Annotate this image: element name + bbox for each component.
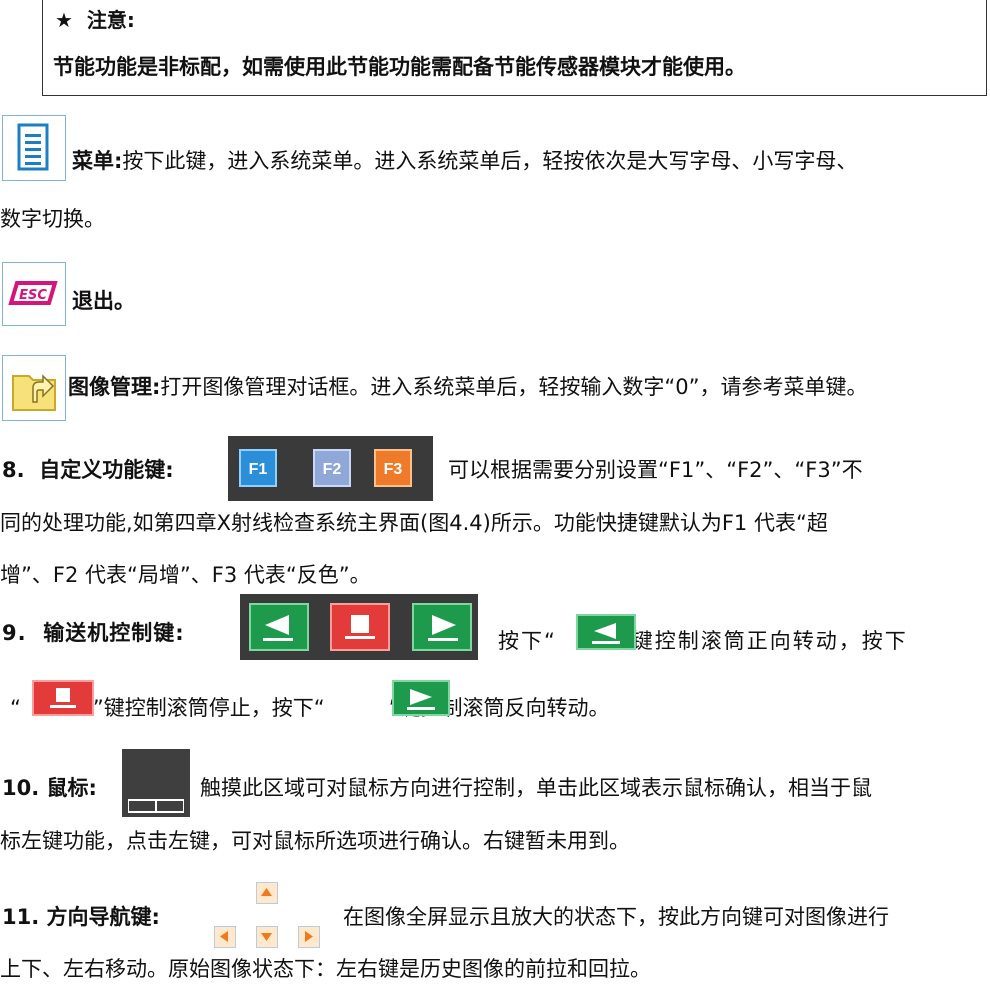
inline-forward-key	[576, 614, 636, 650]
arrow-left-nav-icon	[214, 926, 236, 948]
conveyor-line2: “”键控制滚筒停止，按下“ ”键控制滚筒反向转动。	[10, 696, 610, 720]
arrows-heading: 11. 方向导航键:	[2, 905, 160, 929]
arrow-right-icon	[407, 689, 435, 710]
custom-keys-line1: 可以根据需要分别设置“F1”、“F2”、“F3”不	[448, 458, 863, 482]
image-management-desc: 图像管理:打开图像管理对话框。进入系统菜单后，轻按输入数字“0”，请参考菜单键。	[68, 375, 868, 399]
right-button-icon	[157, 801, 183, 811]
custom-keys-line2: 同的处理功能,如第四章X射线检查系统主界面(图4.4)所示。功能快捷键默认为F1…	[0, 511, 828, 535]
notice-text: 节能功能是非标配，如需使用此节能功能需配备节能传感器模块才能使用。	[53, 55, 746, 79]
inline-stop-key	[32, 680, 94, 716]
left-button-icon	[129, 801, 155, 811]
arrows-line2: 上下、左右移动。原始图像状态下：左右键是历史图像的前拉和回拉。	[0, 957, 651, 981]
conveyor-keys-heading: 9. 输送机控制键:	[2, 621, 185, 645]
menu-desc-line1: 菜单:按下此键，进入系统菜单。进入系统菜单后，轻按依次是大写字母、小写字母、	[72, 149, 858, 173]
menu-desc-line2: 数字切换。	[0, 207, 105, 231]
esc-key-icon: ESC	[2, 262, 66, 326]
notice-title: ★ 注意:	[55, 8, 135, 32]
arrow-left-icon	[263, 615, 293, 641]
custom-keys-line3: 增”、F2 代表“局增”、F3 代表“反色”。	[0, 563, 371, 587]
f2-key: F2	[313, 449, 351, 487]
stop-icon	[345, 615, 375, 639]
stop-icon	[50, 688, 76, 708]
forward-key	[249, 603, 309, 651]
notice-box: ★ 注意: 节能功能是非标配，如需使用此节能功能需配备节能传感器模块才能使用。	[42, 0, 987, 96]
image-management-icon	[2, 355, 66, 421]
arrow-right-icon	[428, 615, 458, 641]
function-keys-panel: F1 F2 F3	[228, 436, 433, 501]
conveyor-line1: 按下“ ”键控制滚筒正向转动，按下	[498, 629, 908, 653]
mouse-heading: 10. 鼠标:	[2, 776, 97, 800]
mouse-line1: 触摸此区域可对鼠标方向进行控制，单击此区域表示鼠标确认，相当于鼠	[200, 776, 872, 800]
esc-desc: 退出。	[72, 289, 135, 313]
arrows-line1: 在图像全屏显示且放大的状态下，按此方向键可对图像进行	[343, 905, 889, 929]
touchpad-icon	[122, 749, 190, 817]
arrow-up-icon	[256, 882, 278, 904]
arrow-left-icon	[592, 623, 620, 644]
mouse-line2: 标左键功能，点击左键，可对鼠标所选项进行确认。右键暂未用到。	[0, 829, 630, 853]
f3-key: F3	[374, 449, 412, 487]
svg-text:ESC: ESC	[19, 288, 47, 303]
star-icon: ★	[55, 8, 73, 32]
inline-reverse-key	[392, 680, 450, 716]
conveyor-keys-panel	[240, 594, 478, 660]
menu-key-icon	[2, 115, 66, 181]
arrow-down-icon	[256, 926, 278, 948]
arrow-right-nav-icon	[298, 926, 320, 948]
stop-key	[330, 603, 390, 651]
reverse-key	[412, 603, 472, 651]
custom-keys-heading: 8. 自定义功能键:	[2, 458, 174, 482]
f1-key: F1	[239, 449, 277, 487]
